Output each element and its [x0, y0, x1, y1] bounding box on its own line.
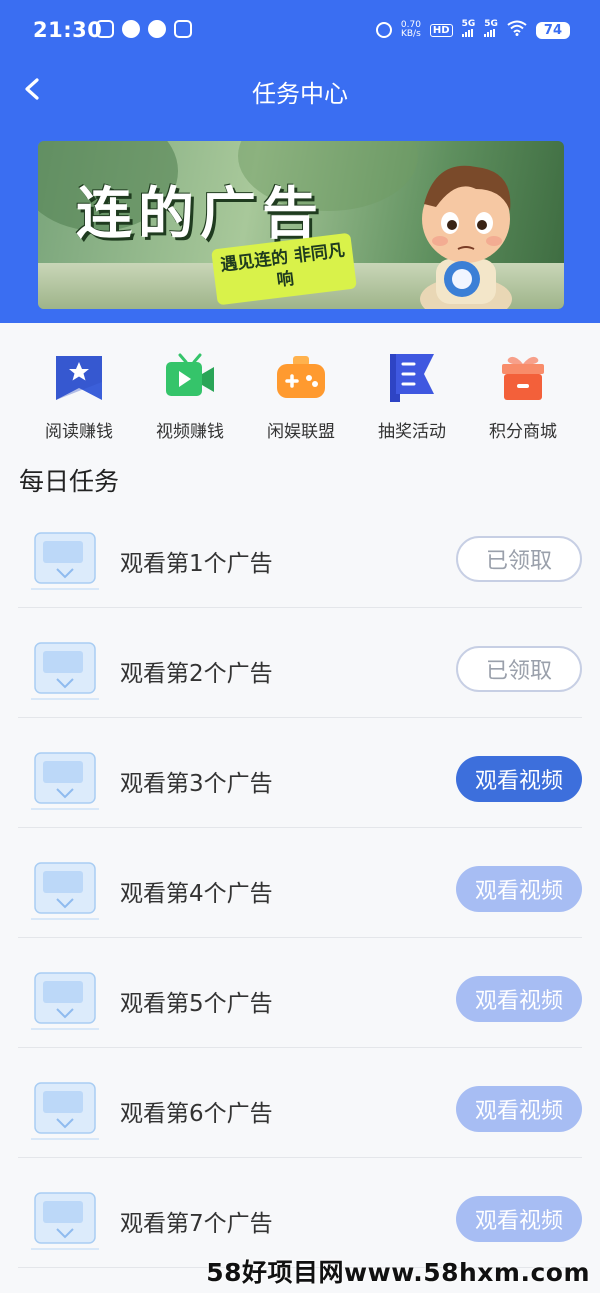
header: 21:30 0.70 KB/s HD 5G 5G 74 任务中心 连的广告 遇见… [0, 0, 600, 323]
chat-icon [122, 20, 140, 38]
ad-screen-icon [31, 972, 99, 1030]
ad-banner[interactable]: 连的广告 遇见连的 非同凡响 [38, 141, 564, 309]
battery-icon: 74 [535, 21, 570, 39]
task-name: 观看第4个广告 [120, 881, 273, 907]
banner-headline: 连的广告 [76, 182, 324, 247]
task-row: 观看第1个广告 已领取 [18, 497, 582, 608]
ad-screen-icon [31, 642, 99, 700]
quick-link-label: 抽奖活动 [378, 422, 446, 442]
task-name: 观看第5个广告 [120, 991, 273, 1017]
quick-link-lottery[interactable]: 抽奖活动 [362, 352, 462, 442]
signal-1: 5G [461, 20, 475, 40]
network-speed: 0.70 KB/s [400, 20, 421, 39]
gamepad-icon [275, 352, 327, 404]
gift-box-icon [497, 352, 549, 404]
hd-badge: HD [429, 23, 453, 37]
task-name: 观看第1个广告 [120, 551, 273, 577]
claimed-button[interactable]: 已领取 [456, 536, 582, 582]
status-time: 21:30 [33, 18, 103, 42]
task-name: 观看第2个广告 [120, 661, 273, 687]
cartoon-character-icon [420, 165, 512, 309]
ad-screen-icon [31, 532, 99, 590]
flag-list-icon [386, 352, 438, 404]
signal-bars-icon [461, 29, 473, 37]
task-row: 观看第7个广告 观看视频 [18, 1157, 582, 1268]
qq-icon [148, 20, 166, 38]
quick-link-label: 阅读赚钱 [45, 422, 113, 442]
watch-video-button[interactable]: 观看视频 [456, 866, 582, 912]
ad-screen-icon [31, 1192, 99, 1250]
task-row: 观看第5个广告 观看视频 [18, 937, 582, 1048]
ad-screen-icon [31, 752, 99, 810]
task-name: 观看第7个广告 [120, 1211, 273, 1237]
task-name: 观看第3个广告 [120, 771, 273, 797]
quick-link-label: 闲娱联盟 [267, 422, 335, 442]
app-notification-icon [96, 20, 114, 38]
quick-links: 阅读赚钱 视频赚钱 闲娱联盟 抽奖活动 积分商城 [0, 352, 600, 447]
watch-video-button[interactable]: 观看视频 [456, 1196, 582, 1242]
task-row: 观看第3个广告 观看视频 [18, 717, 582, 828]
calendar-icon [174, 20, 192, 38]
video-camera-icon [164, 352, 216, 404]
page-title: 任务中心 [252, 80, 348, 108]
status-bar: 21:30 0.70 KB/s HD 5G 5G 74 [0, 0, 600, 62]
wifi-icon [507, 20, 527, 40]
task-row: 观看第2个广告 已领取 [18, 607, 582, 718]
ad-screen-icon [31, 862, 99, 920]
section-title-daily-tasks: 每日任务 [19, 467, 120, 496]
watch-video-button[interactable]: 观看视频 [456, 976, 582, 1022]
quick-link-video[interactable]: 视频赚钱 [140, 352, 240, 442]
task-row: 观看第6个广告 观看视频 [18, 1047, 582, 1158]
signal-2: 5G [484, 20, 498, 40]
quick-link-read[interactable]: 阅读赚钱 [29, 352, 129, 442]
task-row: 观看第4个广告 观看视频 [18, 827, 582, 938]
claimed-button[interactable]: 已领取 [456, 646, 582, 692]
watch-video-button[interactable]: 观看视频 [456, 1086, 582, 1132]
signal-bars-icon [484, 29, 496, 37]
status-right: 0.70 KB/s HD 5G 5G 74 [375, 20, 570, 40]
watch-video-button[interactable]: 观看视频 [456, 756, 582, 802]
quick-link-label: 视频赚钱 [156, 422, 224, 442]
book-star-icon [53, 352, 105, 404]
alarm-icon [375, 22, 392, 38]
watermark: 58好项目网www.58hxm.com [206, 1258, 590, 1287]
quick-link-label: 积分商城 [489, 422, 557, 442]
quick-link-mall[interactable]: 积分商城 [473, 352, 573, 442]
quick-link-games[interactable]: 闲娱联盟 [251, 352, 351, 442]
task-name: 观看第6个广告 [120, 1101, 273, 1127]
ad-screen-icon [31, 1082, 99, 1140]
notification-icons [96, 20, 192, 38]
